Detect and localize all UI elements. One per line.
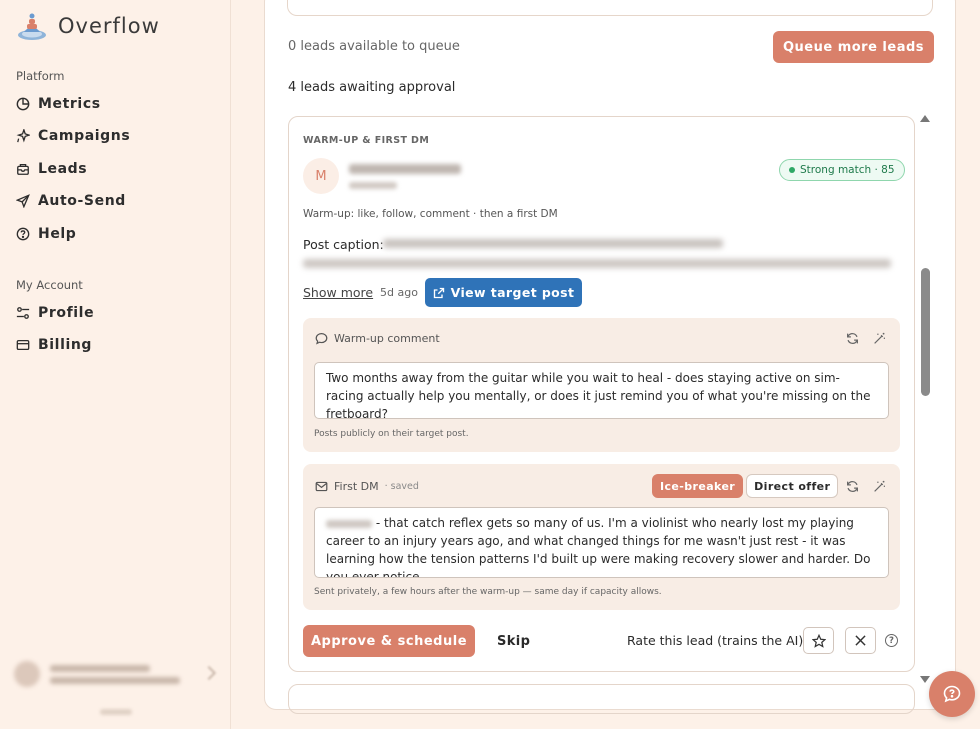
sidebar-item-metrics[interactable]: Metrics xyxy=(16,96,101,112)
brand-name: Overflow xyxy=(58,14,160,38)
lead-avatar: M xyxy=(303,158,339,194)
first-dm-text: - that catch reflex gets so many of us. … xyxy=(326,516,871,578)
leads-awaiting-text: 4 leads awaiting approval xyxy=(288,80,456,95)
sparkle-icon xyxy=(16,129,30,143)
sidebar-item-campaigns[interactable]: Campaigns xyxy=(16,128,130,144)
view-target-post-button[interactable]: View target post xyxy=(425,278,582,307)
sidebar-item-label: Help xyxy=(38,226,77,242)
lead-name-redacted xyxy=(326,519,372,528)
footer-redacted xyxy=(100,709,132,715)
panel-title: Warm-up comment xyxy=(334,332,440,345)
brand[interactable]: Overflow xyxy=(16,10,160,42)
sidebar-item-label: Billing xyxy=(38,337,93,353)
view-target-post-label: View target post xyxy=(450,285,575,300)
warmup-comment-panel: Warm-up comment Two months away from the… xyxy=(303,318,900,452)
sidebar: Overflow Platform Metrics Campaigns Lead… xyxy=(0,0,231,729)
first-dm-panel: First DM · saved Ice-breaker Direct offe… xyxy=(303,464,900,610)
panel-actions xyxy=(846,480,886,493)
dm-style-tabs: Ice-breaker Direct offer xyxy=(652,474,839,498)
panel-header: Warm-up comment xyxy=(315,332,440,345)
sidebar-item-profile[interactable]: Profile xyxy=(16,305,94,321)
close-icon xyxy=(855,635,866,646)
sliders-icon xyxy=(16,307,30,319)
sidebar-item-label: Campaigns xyxy=(38,128,131,144)
rate-lead-label: Rate this lead (trains the AI): xyxy=(627,633,808,648)
mail-icon xyxy=(315,481,328,492)
saved-indicator: · saved xyxy=(384,481,419,492)
panel-actions xyxy=(846,332,886,345)
panel-title: First DM xyxy=(334,480,379,493)
magic-wand-icon[interactable] xyxy=(873,332,886,345)
main-panel: 0 leads available to queue Queue more le… xyxy=(264,0,956,714)
sidebar-item-label: Auto-Send xyxy=(38,193,126,209)
chat-help-icon xyxy=(943,685,961,703)
match-badge: Strong match · 85 xyxy=(779,159,905,181)
credit-card-icon xyxy=(16,339,30,351)
tab-direct-offer[interactable]: Direct offer xyxy=(746,474,839,498)
posted-ago: 5d ago xyxy=(380,286,418,299)
warmup-note: Warm-up: like, follow, comment · then a … xyxy=(303,208,558,220)
account-switcher[interactable] xyxy=(14,652,220,696)
leads-available-text: 0 leads available to queue xyxy=(288,39,460,54)
sidebar-item-label: Profile xyxy=(38,305,95,321)
scroll-down-arrow-icon[interactable] xyxy=(920,676,930,683)
next-lead-card xyxy=(288,684,915,714)
match-badge-label: Strong match · 85 xyxy=(800,164,895,176)
panel-header: First DM · saved xyxy=(315,480,419,493)
previous-section-bottom xyxy=(287,0,933,16)
warmup-footnote: Posts publicly on their target post. xyxy=(314,429,469,439)
sidebar-item-help[interactable]: Help xyxy=(16,226,76,242)
help-circle-icon xyxy=(16,227,30,241)
dm-footnote: Sent privately, a few hours after the wa… xyxy=(314,587,662,597)
rating-help-icon[interactable]: ? xyxy=(885,634,898,647)
sidebar-item-label: Metrics xyxy=(38,96,101,112)
regenerate-icon[interactable] xyxy=(846,332,859,345)
status-dot-icon xyxy=(789,167,795,173)
first-dm-textarea[interactable]: - that catch reflex gets so many of us. … xyxy=(314,507,889,578)
chevron-icon xyxy=(201,665,217,681)
star-icon xyxy=(811,633,826,648)
caption-redacted xyxy=(303,259,891,268)
sidebar-item-auto-send[interactable]: Auto-Send xyxy=(16,193,126,209)
external-link-icon xyxy=(433,287,444,298)
caption-label: Post caption: xyxy=(303,237,384,252)
inbox-icon xyxy=(17,163,29,175)
star-rate-button[interactable] xyxy=(803,627,834,654)
fountain-logo-icon xyxy=(18,13,46,40)
pie-chart-icon xyxy=(16,97,30,111)
sidebar-item-billing[interactable]: Billing xyxy=(16,337,92,353)
caption-redacted xyxy=(383,239,723,248)
queue-more-leads-button[interactable]: Queue more leads xyxy=(773,31,934,63)
avatar xyxy=(14,661,40,687)
sidebar-item-label: Leads xyxy=(38,161,88,177)
chat-support-button[interactable] xyxy=(929,671,975,717)
nav-section-platform: Platform xyxy=(16,69,65,83)
skip-button[interactable]: Skip xyxy=(497,625,530,657)
account-details-redacted xyxy=(50,664,180,684)
sidebar-item-leads[interactable]: Leads xyxy=(16,161,87,177)
show-more-link[interactable]: Show more xyxy=(303,285,373,300)
send-icon xyxy=(16,194,30,208)
warmup-comment-textarea[interactable]: Two months away from the guitar while yo… xyxy=(314,362,889,419)
nav-section-account: My Account xyxy=(16,278,83,292)
regenerate-icon[interactable] xyxy=(846,480,859,493)
approve-schedule-button[interactable]: Approve & schedule xyxy=(303,625,475,657)
lead-card: WARM-UP & FIRST DM M Strong match · 85 W… xyxy=(288,116,915,672)
magic-wand-icon[interactable] xyxy=(873,480,886,493)
scroll-up-arrow-icon[interactable] xyxy=(920,115,930,122)
lead-handle-redacted xyxy=(349,182,397,189)
lead-name-redacted xyxy=(349,164,461,174)
scrollbar-thumb[interactable] xyxy=(921,268,930,396)
reject-lead-button[interactable] xyxy=(845,627,876,654)
tab-ice-breaker[interactable]: Ice-breaker xyxy=(652,474,744,498)
comment-icon xyxy=(315,333,328,345)
lead-kicker: WARM-UP & FIRST DM xyxy=(303,135,430,146)
